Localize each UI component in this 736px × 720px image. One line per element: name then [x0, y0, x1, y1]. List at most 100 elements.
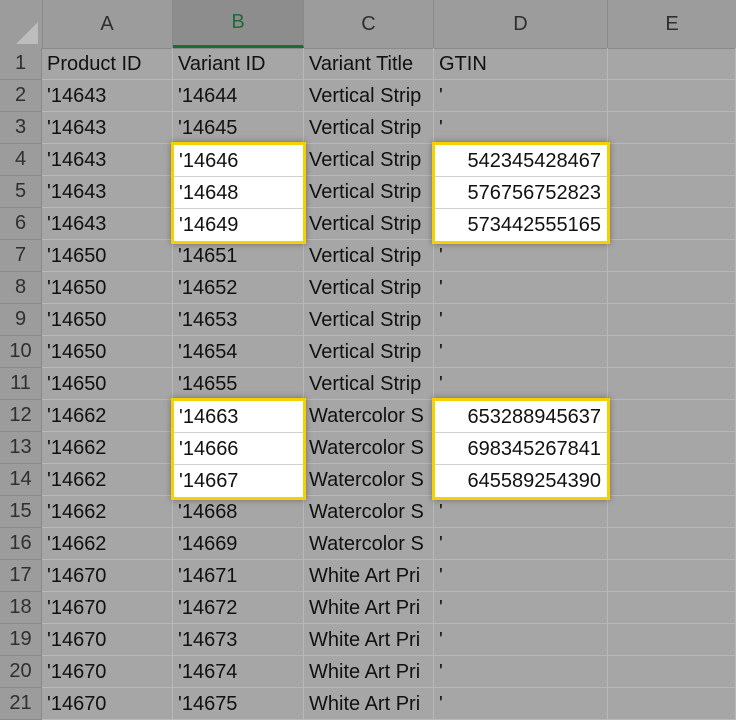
cell-d2[interactable]: '	[434, 80, 608, 112]
cell-c8[interactable]: Vertical Strip	[304, 272, 434, 304]
cell-e8[interactable]	[608, 272, 736, 304]
cell-d21[interactable]: '	[434, 688, 608, 720]
row-header-3[interactable]: 3	[0, 112, 42, 144]
cell-c21[interactable]: White Art Pri	[304, 688, 434, 720]
cell-c14[interactable]: Watercolor S	[304, 464, 434, 496]
row-header-11[interactable]: 11	[0, 368, 42, 400]
row-header-21[interactable]: 21	[0, 688, 42, 720]
cell-b6[interactable]: '14649	[174, 209, 303, 241]
row-header-10[interactable]: 10	[0, 336, 42, 368]
cell-c10[interactable]: Vertical Strip	[304, 336, 434, 368]
cell-d10[interactable]: '	[434, 336, 608, 368]
cell-e14[interactable]	[608, 464, 736, 496]
cell-e21[interactable]	[608, 688, 736, 720]
cell-d19[interactable]: '	[434, 624, 608, 656]
cell-d13[interactable]: 698345267841	[435, 433, 607, 465]
cell-c15[interactable]: Watercolor S	[304, 496, 434, 528]
cell-e1[interactable]	[608, 48, 736, 80]
cell-b15[interactable]: '14668	[173, 496, 304, 528]
cell-e4[interactable]	[608, 144, 736, 176]
cell-a12[interactable]: '14662	[42, 400, 173, 432]
column-header-b[interactable]: B	[173, 0, 304, 48]
row-header-7[interactable]: 7	[0, 240, 42, 272]
cell-a20[interactable]: '14670	[42, 656, 173, 688]
cell-d11[interactable]: '	[434, 368, 608, 400]
cell-b18[interactable]: '14672	[173, 592, 304, 624]
cell-a3[interactable]: '14643	[42, 112, 173, 144]
cell-d5[interactable]: 576756752823	[435, 177, 607, 209]
cell-b2[interactable]: '14644	[173, 80, 304, 112]
cell-b10[interactable]: '14654	[173, 336, 304, 368]
cell-d18[interactable]: '	[434, 592, 608, 624]
cell-a7[interactable]: '14650	[42, 240, 173, 272]
cell-b11[interactable]: '14655	[173, 368, 304, 400]
cell-c9[interactable]: Vertical Strip	[304, 304, 434, 336]
cell-b8[interactable]: '14652	[173, 272, 304, 304]
row-header-17[interactable]: 17	[0, 560, 42, 592]
cell-c16[interactable]: Watercolor S	[304, 528, 434, 560]
cell-b13[interactable]: '14666	[174, 433, 303, 465]
row-header-14[interactable]: 14	[0, 464, 42, 496]
column-header-c[interactable]: C	[304, 0, 434, 48]
cell-b14[interactable]: '14667	[174, 465, 303, 497]
cell-e7[interactable]	[608, 240, 736, 272]
cell-d3[interactable]: '	[434, 112, 608, 144]
cell-d12[interactable]: 653288945637	[435, 401, 607, 433]
row-header-19[interactable]: 19	[0, 624, 42, 656]
cell-a1[interactable]: Product ID	[42, 48, 173, 80]
row-header-12[interactable]: 12	[0, 400, 42, 432]
cell-c4[interactable]: Vertical Strip	[304, 144, 434, 176]
cell-e19[interactable]	[608, 624, 736, 656]
row-header-1[interactable]: 1	[0, 48, 42, 80]
cell-b5[interactable]: '14648	[174, 177, 303, 209]
cell-b4[interactable]: '14646	[174, 145, 303, 177]
cell-c1[interactable]: Variant Title	[304, 48, 434, 80]
cell-c5[interactable]: Vertical Strip	[304, 176, 434, 208]
cell-d4[interactable]: 542345428467	[435, 145, 607, 177]
cell-b17[interactable]: '14671	[173, 560, 304, 592]
cell-c18[interactable]: White Art Pri	[304, 592, 434, 624]
cell-a17[interactable]: '14670	[42, 560, 173, 592]
cell-d20[interactable]: '	[434, 656, 608, 688]
cell-a6[interactable]: '14643	[42, 208, 173, 240]
cell-a9[interactable]: '14650	[42, 304, 173, 336]
cell-a19[interactable]: '14670	[42, 624, 173, 656]
cell-b21[interactable]: '14675	[173, 688, 304, 720]
cell-d17[interactable]: '	[434, 560, 608, 592]
cell-e2[interactable]	[608, 80, 736, 112]
cell-e9[interactable]	[608, 304, 736, 336]
row-header-5[interactable]: 5	[0, 176, 42, 208]
cell-c12[interactable]: Watercolor S	[304, 400, 434, 432]
cell-b20[interactable]: '14674	[173, 656, 304, 688]
row-header-8[interactable]: 8	[0, 272, 42, 304]
cell-b1[interactable]: Variant ID	[173, 48, 304, 80]
cell-a15[interactable]: '14662	[42, 496, 173, 528]
cell-a2[interactable]: '14643	[42, 80, 173, 112]
cell-d15[interactable]: '	[434, 496, 608, 528]
cell-d1[interactable]: GTIN	[434, 48, 608, 80]
row-header-20[interactable]: 20	[0, 656, 42, 688]
cell-e12[interactable]	[608, 400, 736, 432]
cell-e10[interactable]	[608, 336, 736, 368]
column-header-e[interactable]: E	[608, 0, 736, 48]
cell-d7[interactable]: '	[434, 240, 608, 272]
row-header-4[interactable]: 4	[0, 144, 42, 176]
cell-e17[interactable]	[608, 560, 736, 592]
cell-e5[interactable]	[608, 176, 736, 208]
row-header-6[interactable]: 6	[0, 208, 42, 240]
cell-d6[interactable]: 573442555165	[435, 209, 607, 241]
cell-a8[interactable]: '14650	[42, 272, 173, 304]
column-header-d[interactable]: D	[434, 0, 608, 48]
cell-c2[interactable]: Vertical Strip	[304, 80, 434, 112]
column-header-a[interactable]: A	[42, 0, 173, 48]
cell-b19[interactable]: '14673	[173, 624, 304, 656]
cell-b12[interactable]: '14663	[174, 401, 303, 433]
cell-d8[interactable]: '	[434, 272, 608, 304]
cell-c13[interactable]: Watercolor S	[304, 432, 434, 464]
row-header-2[interactable]: 2	[0, 80, 42, 112]
cell-a16[interactable]: '14662	[42, 528, 173, 560]
cell-a21[interactable]: '14670	[42, 688, 173, 720]
cell-c11[interactable]: Vertical Strip	[304, 368, 434, 400]
row-header-18[interactable]: 18	[0, 592, 42, 624]
row-header-13[interactable]: 13	[0, 432, 42, 464]
